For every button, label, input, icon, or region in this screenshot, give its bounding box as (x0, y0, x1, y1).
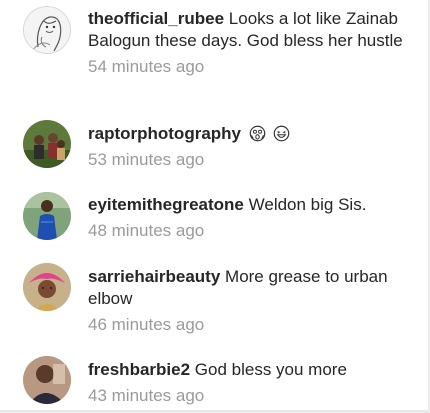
comment-text: Weldon big Sis. (248, 195, 367, 214)
comment-body: eyitemithegreatone Weldon big Sis. 48 mi… (88, 194, 406, 242)
comment-body: freshbarbie2 God bless you more 43 minut… (88, 359, 406, 407)
sketch-portrait-icon (24, 7, 70, 53)
outdoor-group-icon (23, 120, 71, 168)
comment-username[interactable]: theofficial_rubee (88, 9, 224, 28)
comment-timestamp[interactable]: 48 minutes ago (88, 220, 406, 242)
comment-timestamp[interactable]: 46 minutes ago (88, 314, 406, 336)
laughing-emoji-icon (273, 125, 290, 142)
comment-body: raptorphotography 53 minutes ago (88, 123, 406, 171)
comment-timestamp[interactable]: 54 minutes ago (88, 56, 406, 78)
avatar[interactable] (23, 263, 71, 311)
comments-panel: theofficial_rubee Looks a lot like Zaina… (0, 0, 430, 413)
comment-timestamp[interactable]: 43 minutes ago (88, 385, 406, 407)
blue-dress-icon (23, 192, 71, 240)
selfie-icon (23, 356, 71, 404)
avatar[interactable] (23, 120, 71, 168)
comment-username[interactable]: raptorphotography (88, 124, 241, 143)
comment-body: sarriehairbeauty More grease to urban el… (88, 266, 406, 336)
comment-body: theofficial_rubee Looks a lot like Zaina… (88, 8, 406, 78)
comment-username[interactable]: eyitemithegreatone (88, 195, 244, 214)
comment-username[interactable]: freshbarbie2 (88, 360, 190, 379)
comment-text: God bless you more (194, 360, 347, 379)
pink-gele-icon (23, 263, 71, 311)
avatar[interactable] (23, 356, 71, 404)
avatar[interactable] (23, 192, 71, 240)
scream-emoji-icon (249, 125, 266, 142)
avatar[interactable] (23, 6, 71, 54)
comment-timestamp[interactable]: 53 minutes ago (88, 149, 406, 171)
comment-username[interactable]: sarriehairbeauty (88, 267, 220, 286)
